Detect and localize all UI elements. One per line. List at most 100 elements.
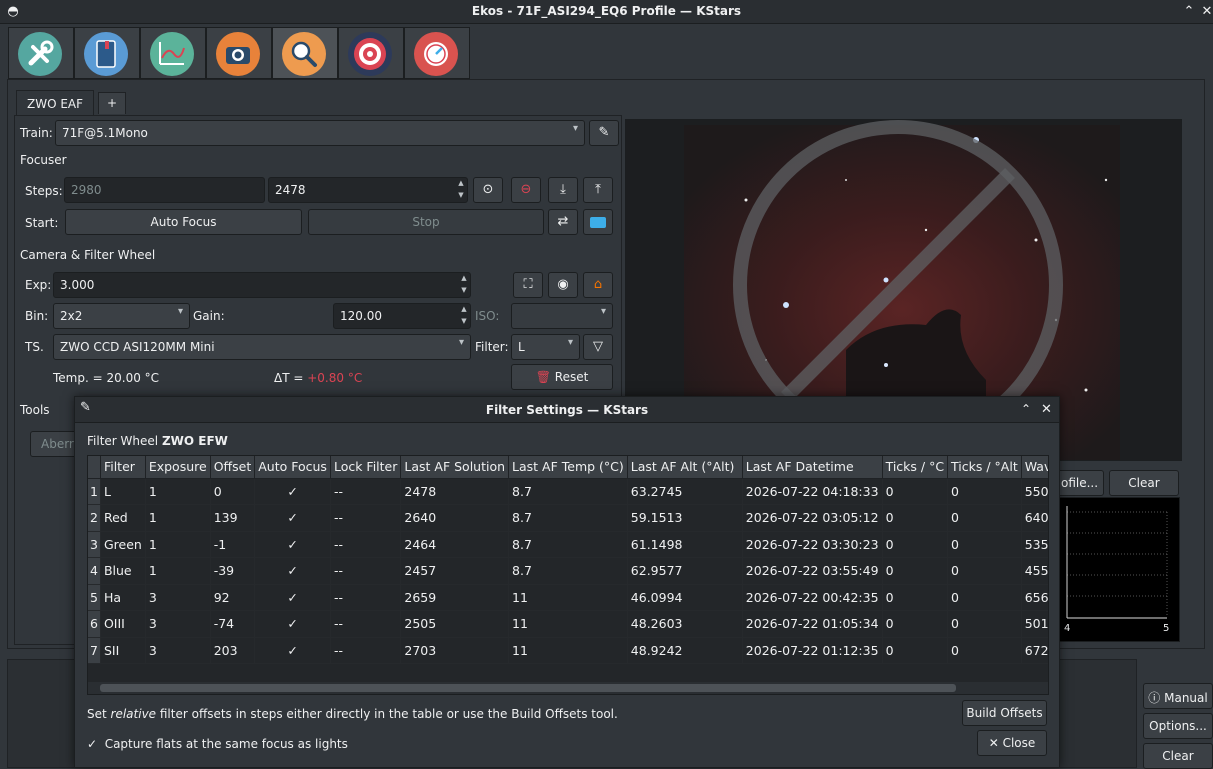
table-cell[interactable]: -39 bbox=[210, 557, 256, 585]
column-header[interactable]: Offset bbox=[210, 456, 256, 479]
subframe-button[interactable]: ⛶ bbox=[513, 272, 543, 298]
table-cell[interactable]: 1 bbox=[145, 531, 211, 558]
column-header[interactable]: Ticks / °Alt bbox=[947, 456, 1022, 479]
table-cell[interactable]: L bbox=[100, 478, 146, 505]
table-cell[interactable]: 2026-07-22 01:05:34 bbox=[742, 610, 883, 638]
loop-button[interactable]: ⇄ bbox=[548, 209, 578, 235]
options-button[interactable]: Options... bbox=[1143, 713, 1213, 739]
table-row[interactable]: 2 Red 1 139 ✓ -- 2640 8.7 59.1513 2026-07-22 03:0… bbox=[88, 504, 1048, 532]
table-row[interactable]: 4 Blue 1 -39 ✓ -- 2457 8.7 62.9577 2026-07-22 03:… bbox=[88, 557, 1048, 585]
table-cell[interactable]: 0 bbox=[947, 557, 1022, 585]
tab-capture[interactable] bbox=[206, 27, 272, 79]
table-cell[interactable]: 0 bbox=[947, 584, 1022, 611]
train-select[interactable]: 71F@5.1Mono ▾ bbox=[55, 120, 585, 146]
table-cell[interactable]: 2026-07-22 01:12:35 bbox=[742, 637, 883, 664]
table-cell[interactable]: 0 bbox=[882, 557, 949, 585]
filter-settings-button[interactable]: ▽ bbox=[583, 334, 613, 360]
column-header[interactable]: Exposure bbox=[145, 456, 211, 479]
table-cell[interactable]: 62.9577 bbox=[627, 557, 743, 585]
table-cell[interactable]: ✓ bbox=[254, 637, 331, 664]
table-cell[interactable]: 0 bbox=[947, 610, 1022, 638]
tab-align[interactable] bbox=[338, 27, 404, 79]
table-cell[interactable]: 0 bbox=[947, 478, 1022, 505]
steps-spinner[interactable]: ▲ ▼ bbox=[455, 177, 467, 203]
row-header[interactable]: 6 bbox=[88, 610, 101, 638]
table-cell[interactable]: 0 bbox=[947, 637, 1022, 664]
table-cell[interactable]: 11 bbox=[508, 637, 628, 664]
table-cell[interactable]: 2478 bbox=[400, 478, 510, 505]
table-cell[interactable]: 139 bbox=[210, 504, 256, 532]
table-cell[interactable]: -- bbox=[330, 557, 402, 585]
row-header[interactable]: 5 bbox=[88, 584, 101, 611]
table-cell[interactable]: 2464 bbox=[400, 531, 510, 558]
stop-focuser-button[interactable]: ⊖ bbox=[511, 177, 541, 203]
filter-table[interactable]: Filter Exposure Offset Auto Focus Lock Filte… bbox=[88, 456, 1048, 664]
row-header[interactable]: 4 bbox=[88, 557, 101, 585]
table-cell[interactable]: 8.7 bbox=[508, 478, 628, 505]
table-cell[interactable]: 61.1498 bbox=[627, 531, 743, 558]
column-header[interactable]: Last AF Temp (°C) bbox=[508, 456, 628, 479]
table-cell[interactable]: OIII bbox=[100, 610, 146, 638]
table-cell[interactable]: SII bbox=[100, 637, 146, 664]
focus-in-button[interactable]: ⤓ bbox=[548, 177, 578, 203]
table-cell[interactable]: 48.9242 bbox=[627, 637, 743, 664]
table-cell[interactable]: -- bbox=[330, 531, 402, 558]
binning-select[interactable]: 2x2 ▾ bbox=[53, 303, 190, 329]
minimize-icon[interactable]: ⌃ bbox=[1180, 3, 1198, 21]
column-header[interactable]: Wavelength bbox=[1021, 456, 1048, 479]
reset-temperature-button[interactable]: 🗑 Reset bbox=[511, 364, 613, 390]
table-cell[interactable]: 550 bbox=[1021, 478, 1048, 505]
clear-graph-button[interactable]: Clear bbox=[1109, 470, 1179, 496]
tab-focus[interactable] bbox=[272, 27, 338, 79]
table-cell[interactable]: 63.2745 bbox=[627, 478, 743, 505]
table-cell[interactable]: 2026-07-22 00:42:35 bbox=[742, 584, 883, 611]
table-cell[interactable]: ✓ bbox=[254, 478, 331, 505]
table-cell[interactable]: Ha bbox=[100, 584, 146, 611]
table-cell[interactable]: Red bbox=[100, 504, 146, 532]
table-cell[interactable]: ✓ bbox=[254, 531, 331, 558]
table-row[interactable]: 5 Ha 3 92 ✓ -- 2659 11 46.0994 2026-07-22 00:42:3… bbox=[88, 584, 1048, 611]
table-cell[interactable]: 3 bbox=[145, 610, 211, 638]
table-cell[interactable]: 0 bbox=[210, 478, 256, 505]
table-row[interactable]: 6 OIII 3 -74 ✓ -- 2505 11 48.2603 2026-07-22 01:0… bbox=[88, 610, 1048, 638]
dialog-minimize-icon[interactable]: ⌃ bbox=[1021, 402, 1031, 416]
table-row[interactable]: 7 SII 3 203 ✓ -- 2703 11 48.9242 2026-07-22 01:12… bbox=[88, 637, 1048, 664]
row-header[interactable]: 7 bbox=[88, 637, 101, 664]
tab-scheduler[interactable] bbox=[74, 27, 140, 79]
column-header[interactable]: Ticks / °C bbox=[882, 456, 949, 479]
table-cell[interactable]: -- bbox=[330, 610, 402, 638]
exposure-spinner[interactable]: ▲ ▼ bbox=[458, 272, 470, 298]
edit-train-button[interactable]: ✎ bbox=[589, 120, 619, 146]
table-row[interactable]: 3 Green 1 -1 ✓ -- 2464 8.7 61.1498 2026-07-22 03:… bbox=[88, 531, 1048, 558]
column-header[interactable]: Auto Focus bbox=[254, 456, 331, 479]
table-cell[interactable]: 48.2603 bbox=[627, 610, 743, 638]
table-cell[interactable]: 2703 bbox=[400, 637, 510, 664]
tab-analyze[interactable] bbox=[140, 27, 206, 79]
table-cell[interactable]: 455 bbox=[1021, 557, 1048, 585]
column-header[interactable]: Last AF Solution bbox=[400, 456, 510, 479]
table-cell[interactable]: 46.0994 bbox=[627, 584, 743, 611]
scrollbar-handle[interactable] bbox=[100, 684, 956, 692]
table-cell[interactable]: 2026-07-22 03:30:23 bbox=[742, 531, 883, 558]
table-cell[interactable]: Blue bbox=[100, 557, 146, 585]
column-header[interactable]: Last AF Datetime bbox=[742, 456, 883, 479]
table-cell[interactable]: 656 bbox=[1021, 584, 1048, 611]
table-cell[interactable]: 203 bbox=[210, 637, 256, 664]
table-cell[interactable]: 92 bbox=[210, 584, 256, 611]
gain-input[interactable]: 120.00 ▲ ▼ bbox=[333, 303, 471, 329]
table-cell[interactable]: 1 bbox=[145, 504, 211, 532]
table-cell[interactable]: 501 bbox=[1021, 610, 1048, 638]
table-cell[interactable]: 11 bbox=[508, 584, 628, 611]
build-offsets-button[interactable]: Build Offsets bbox=[962, 700, 1047, 726]
table-cell[interactable]: -- bbox=[330, 637, 402, 664]
table-cell[interactable]: 1 bbox=[145, 557, 211, 585]
table-cell[interactable]: -74 bbox=[210, 610, 256, 638]
close-button[interactable]: ✕ Close bbox=[977, 730, 1047, 756]
table-cell[interactable]: 3 bbox=[145, 584, 211, 611]
horizontal-scrollbar[interactable] bbox=[88, 682, 1048, 694]
tab-guide[interactable] bbox=[404, 27, 470, 79]
table-cell[interactable]: Green bbox=[100, 531, 146, 558]
table-cell[interactable]: ✓ bbox=[254, 557, 331, 585]
auto-star-button[interactable]: ◉ bbox=[548, 272, 578, 298]
target-steps-input[interactable]: 2478 ▲ ▼ bbox=[268, 177, 468, 203]
